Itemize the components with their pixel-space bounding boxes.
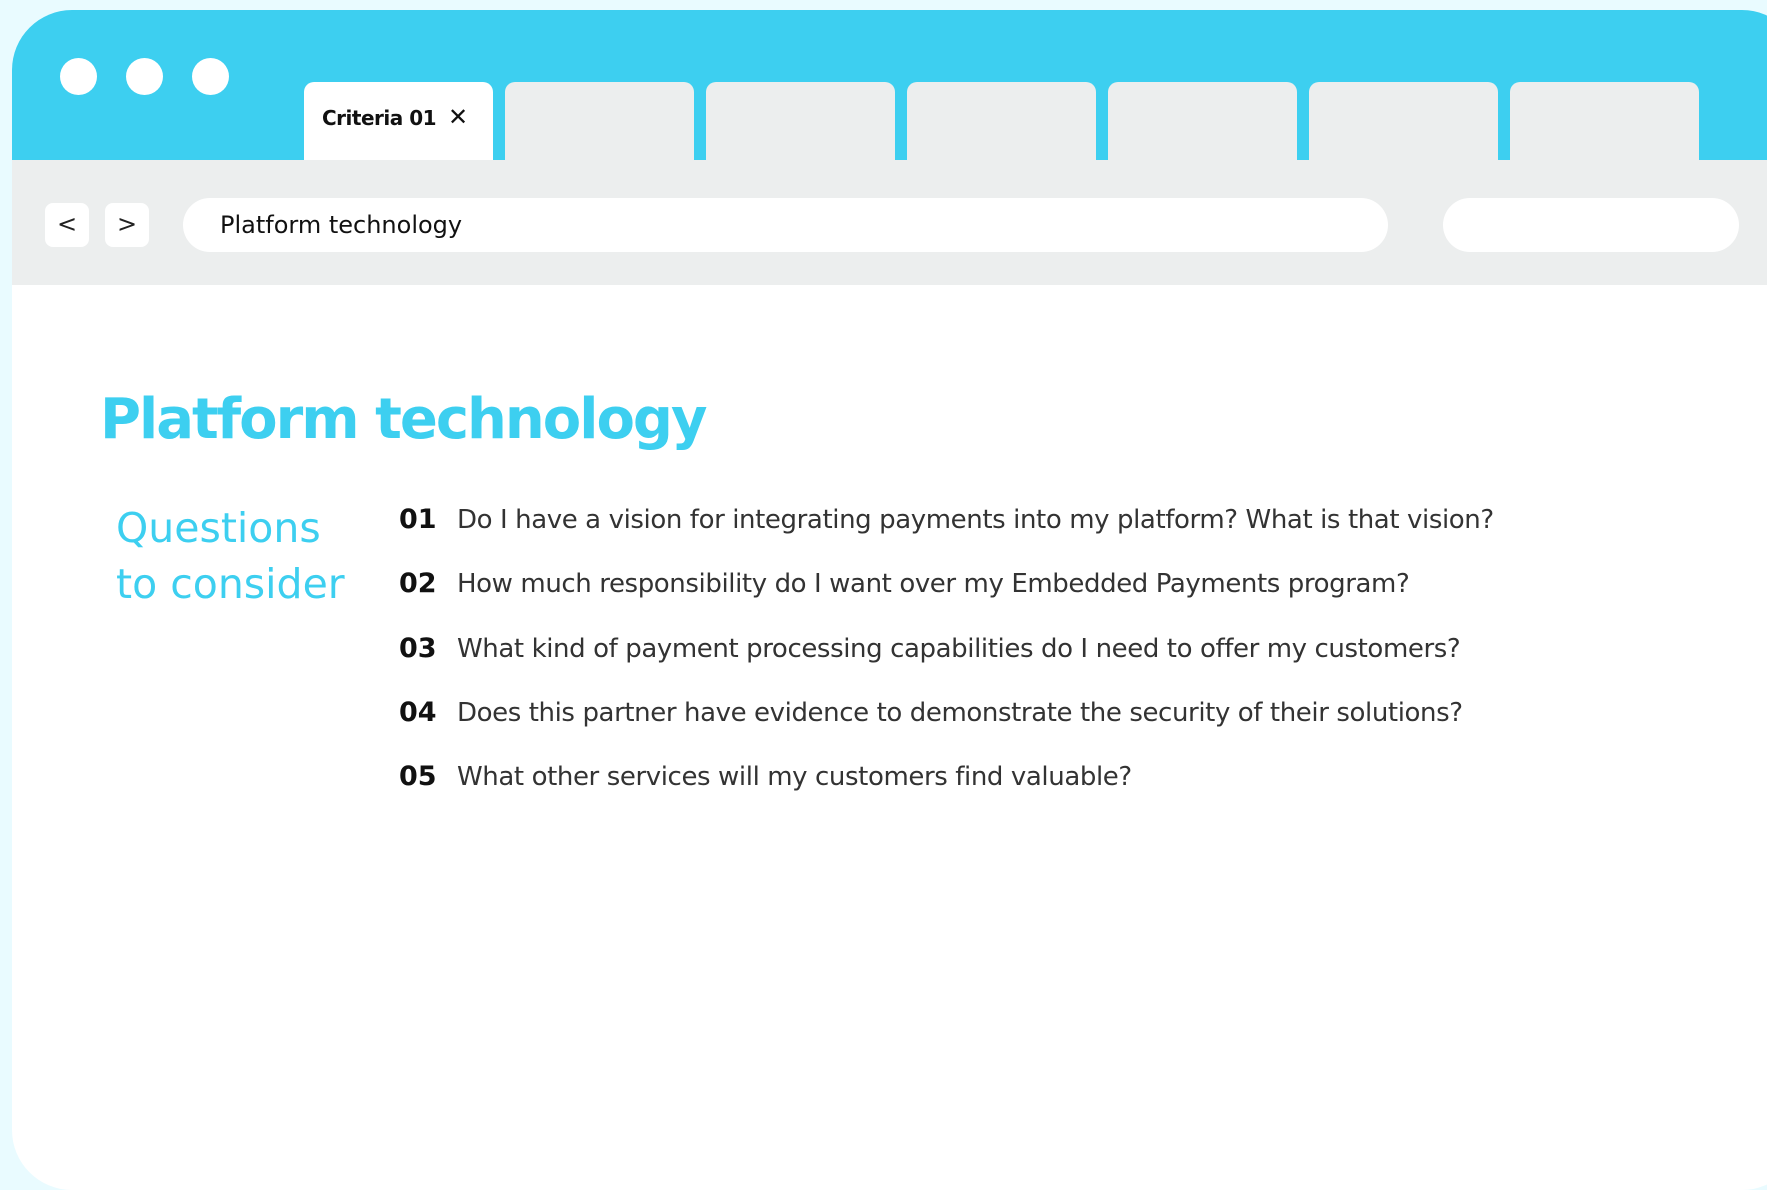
- window-control-dot[interactable]: [192, 58, 229, 95]
- tab-empty[interactable]: [1108, 82, 1297, 162]
- tab-empty[interactable]: [505, 82, 694, 162]
- question-number: 04: [399, 696, 437, 728]
- browser-toolbar: < > Platform technology: [12, 160, 1767, 285]
- tab-empty[interactable]: [907, 82, 1096, 162]
- tab-empty[interactable]: [1309, 82, 1498, 162]
- window-control-dot[interactable]: [60, 58, 97, 95]
- browser-window: Criteria 01 ✕ < > Platform technology Pl…: [12, 10, 1767, 1190]
- question-text: What kind of payment processing capabili…: [457, 633, 1461, 664]
- back-button[interactable]: <: [45, 203, 89, 247]
- list-item: 01 Do I have a vision for integrating pa…: [399, 504, 1494, 568]
- list-item: 02 How much responsibility do I want ove…: [399, 568, 1494, 632]
- search-input[interactable]: [1443, 198, 1739, 252]
- tab-empty[interactable]: [706, 82, 895, 162]
- address-bar-text: Platform technology: [220, 211, 463, 239]
- title-bar: Criteria 01 ✕: [12, 10, 1767, 162]
- address-bar[interactable]: Platform technology: [183, 198, 1388, 252]
- questions-heading-line: Questions: [116, 504, 321, 552]
- question-text: Do I have a vision for integrating payme…: [457, 505, 1494, 535]
- questions-list: 01 Do I have a vision for integrating pa…: [399, 504, 1494, 825]
- close-icon[interactable]: ✕: [448, 104, 468, 130]
- page-title: Platform technology: [100, 387, 708, 452]
- tab-label: Criteria 01: [322, 106, 437, 130]
- forward-button[interactable]: >: [105, 203, 149, 247]
- tab-criteria-01[interactable]: Criteria 01 ✕: [304, 82, 493, 162]
- question-number: 01: [399, 504, 437, 535]
- question-text: How much responsibility do I want over m…: [457, 569, 1410, 600]
- question-number: 05: [399, 761, 437, 793]
- questions-heading-line: to consider: [116, 560, 345, 608]
- list-item: 03 What kind of payment processing capab…: [399, 633, 1494, 697]
- questions-heading: Questions to consider: [116, 500, 376, 612]
- question-text: What other services will my customers fi…: [457, 762, 1132, 793]
- tab-empty[interactable]: [1510, 82, 1699, 162]
- list-item: 05 What other services will my customers…: [399, 761, 1494, 825]
- question-number: 03: [399, 632, 437, 664]
- question-text: Does this partner have evidence to demon…: [457, 697, 1463, 728]
- list-item: 04 Does this partner have evidence to de…: [399, 697, 1494, 761]
- window-control-dot[interactable]: [126, 58, 163, 95]
- question-number: 02: [399, 568, 437, 600]
